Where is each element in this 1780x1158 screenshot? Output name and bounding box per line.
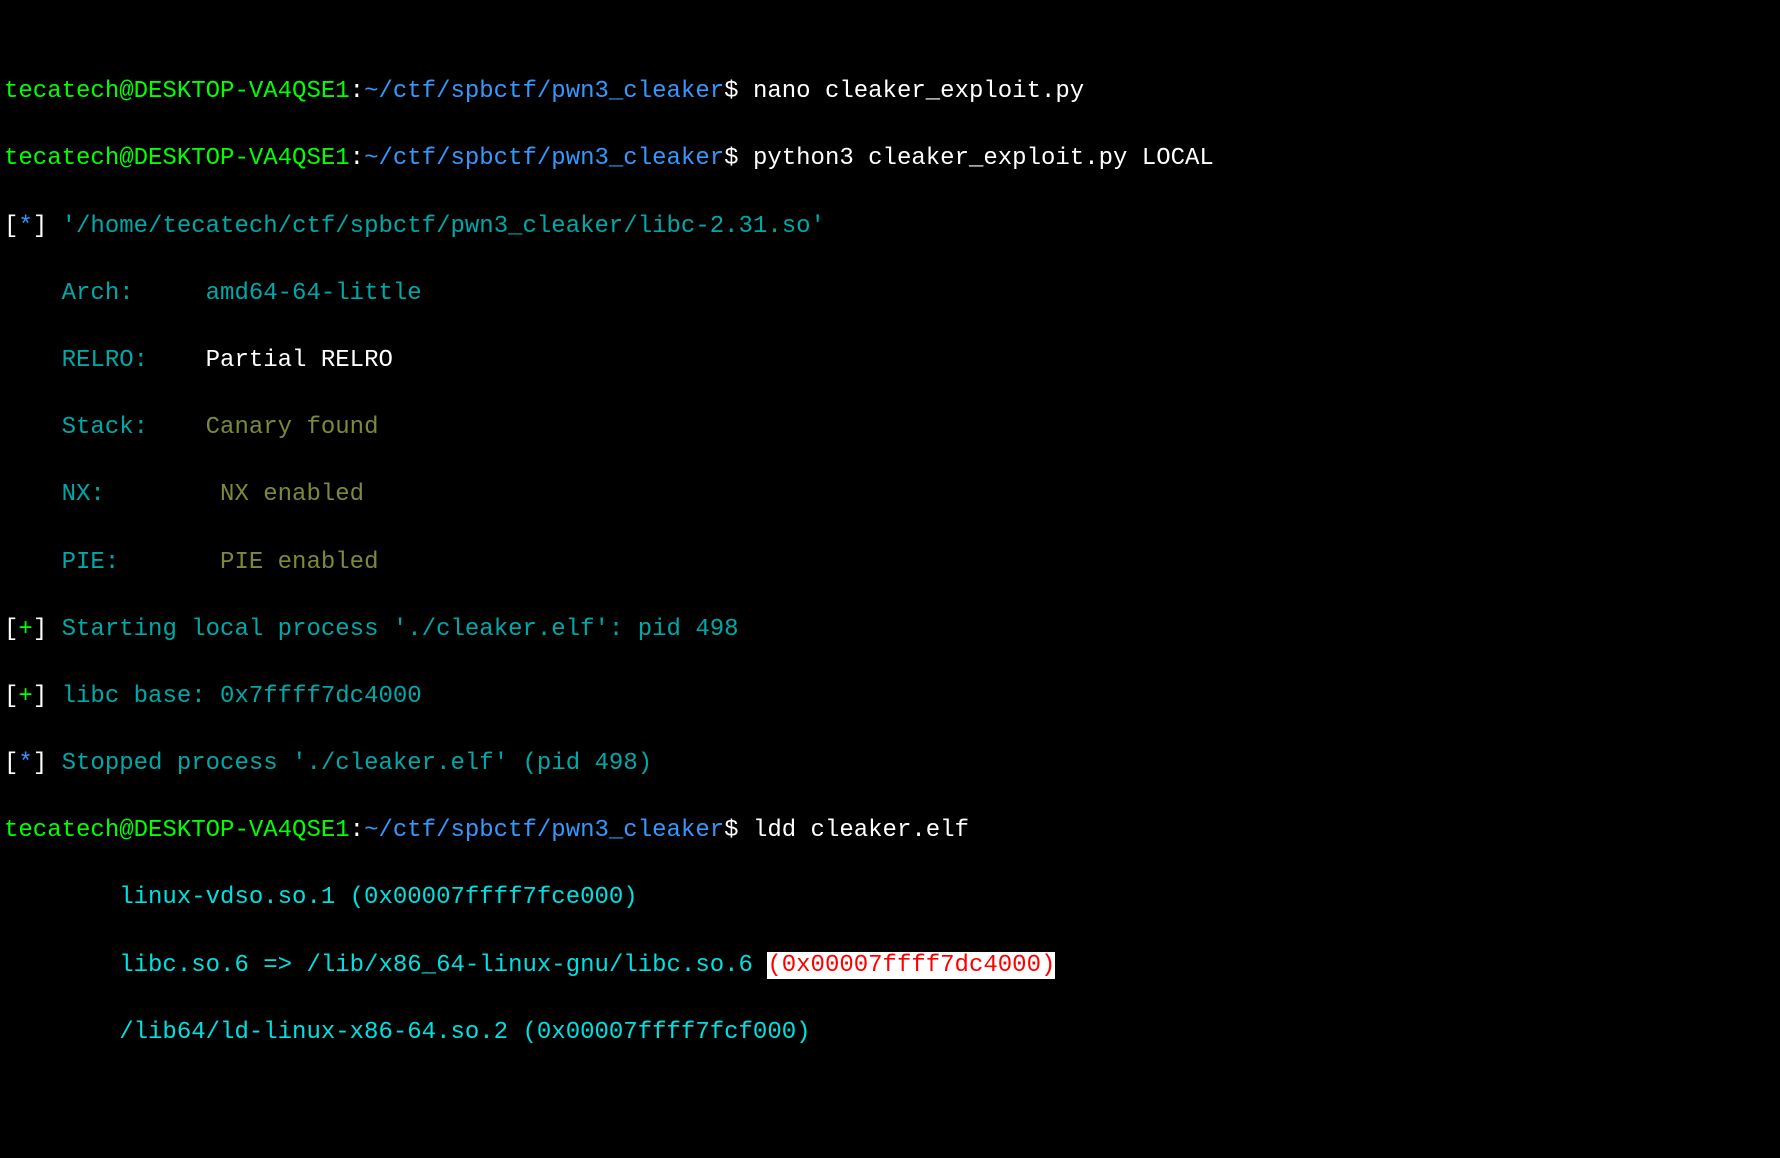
command-2: python3 cleaker_exploit.py LOCAL [753, 145, 1214, 172]
stack-label: Stack: [62, 414, 148, 441]
output-starting: [+] Starting local process './cleaker.el… [4, 613, 1776, 647]
output-libc-base: [+] libc base: 0x7ffff7dc4000 [4, 680, 1776, 714]
prompt-sep: : [350, 78, 364, 105]
stopped-text: Stopped process './cleaker.elf' (pid 498… [62, 750, 653, 777]
output-stopped: [*] Stopped process './cleaker.elf' (pid… [4, 747, 1776, 781]
ldd-ld-text: /lib64/ld-linux-x86-64.so.2 (0x00007ffff… [119, 1019, 810, 1046]
ldd-libc-addr-highlight: (0x00007ffff7dc4000) [767, 952, 1055, 979]
prompt-line-2[interactable]: tecatech@DESKTOP-VA4QSE1:~/ctf/spbctf/pw… [4, 142, 1776, 176]
libc-base-text: libc base: 0x7ffff7dc4000 [62, 683, 422, 710]
checksec-relro: RELRO: Partial RELRO [4, 344, 1776, 378]
nx-value: NX enabled [220, 481, 364, 508]
prompt-line-3[interactable]: tecatech@DESKTOP-VA4QSE1:~/ctf/spbctf/pw… [4, 814, 1776, 848]
checksec-arch: Arch: amd64-64-little [4, 277, 1776, 311]
ldd-libc: libc.so.6 => /lib/x86_64-linux-gnu/libc.… [4, 949, 1776, 983]
pie-value: PIE enabled [220, 549, 378, 576]
checksec-pie: PIE: PIE enabled [4, 546, 1776, 580]
relro-label: RELRO: [62, 347, 148, 374]
star-icon: * [18, 213, 32, 240]
prompt-dollar: $ [724, 817, 738, 844]
prompt-user: tecatech@DESKTOP-VA4QSE1 [4, 78, 350, 105]
star-icon: * [18, 750, 32, 777]
output-libc-path: [*] '/home/tecatech/ctf/spbctf/pwn3_clea… [4, 210, 1776, 244]
stack-value: Canary found [206, 414, 379, 441]
prompt-path: ~/ctf/spbctf/pwn3_cleaker [364, 78, 724, 105]
prompt-sep: : [350, 817, 364, 844]
prompt-user: tecatech@DESKTOP-VA4QSE1 [4, 817, 350, 844]
prompt-line-1[interactable]: tecatech@DESKTOP-VA4QSE1:~/ctf/spbctf/pw… [4, 75, 1776, 109]
prompt-dollar: $ [724, 145, 738, 172]
nx-label: NX: [62, 481, 105, 508]
ldd-vdso-text: linux-vdso.so.1 (0x00007ffff7fce000) [119, 884, 637, 911]
checksec-nx: NX: NX enabled [4, 478, 1776, 512]
ldd-libc-prefix: libc.so.6 => /lib/x86_64-linux-gnu/libc.… [119, 952, 767, 979]
prompt-path: ~/ctf/spbctf/pwn3_cleaker [364, 817, 724, 844]
plus-icon: + [18, 683, 32, 710]
checksec-stack: Stack: Canary found [4, 411, 1776, 445]
prompt-dollar: $ [724, 78, 738, 105]
prompt-user: tecatech@DESKTOP-VA4QSE1 [4, 145, 350, 172]
relro-value: Partial RELRO [206, 347, 393, 374]
arch-value: amd64-64-little [206, 280, 422, 307]
starting-text: Starting local process './cleaker.elf': … [62, 616, 739, 643]
command-1: nano cleaker_exploit.py [753, 78, 1084, 105]
arch-label: Arch: [62, 280, 134, 307]
ldd-ld: /lib64/ld-linux-x86-64.so.2 (0x00007ffff… [4, 1016, 1776, 1050]
command-3: ldd cleaker.elf [753, 817, 969, 844]
prompt-sep: : [350, 145, 364, 172]
pie-label: PIE: [62, 549, 120, 576]
prompt-path: ~/ctf/spbctf/pwn3_cleaker [364, 145, 724, 172]
plus-icon: + [18, 616, 32, 643]
ldd-vdso: linux-vdso.so.1 (0x00007ffff7fce000) [4, 881, 1776, 915]
libc-path: '/home/tecatech/ctf/spbctf/pwn3_cleaker/… [62, 213, 825, 240]
